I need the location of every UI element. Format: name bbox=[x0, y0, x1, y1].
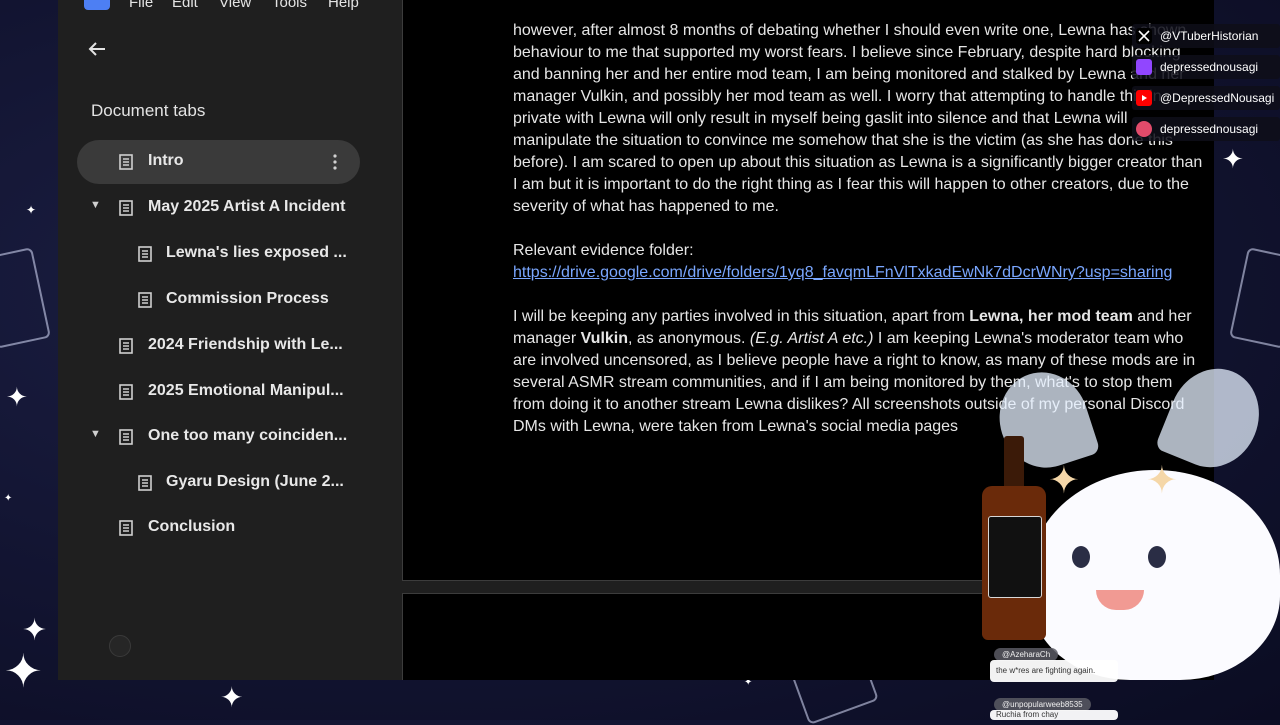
tiktok-logo-icon bbox=[1136, 121, 1152, 137]
tab-label: Intro bbox=[148, 152, 184, 169]
social-handle: depressednousagi bbox=[1160, 60, 1259, 74]
evidence-folder-link[interactable]: https://drive.google.com/drive/folders/1… bbox=[513, 264, 1172, 281]
tab-commission-process[interactable]: Commission Process bbox=[77, 278, 360, 322]
document-tabs-sidebar: Document tabs Intro ▼ May 2025 Artist A … bbox=[58, 14, 402, 680]
document-icon bbox=[119, 520, 133, 536]
tab-2025-emotional-manipulation[interactable]: 2025 Emotional Manipul... bbox=[77, 370, 360, 414]
tab-label: 2025 Emotional Manipul... bbox=[148, 382, 344, 399]
document-icon bbox=[119, 429, 133, 445]
paragraph: however, after almost 8 months of debati… bbox=[513, 22, 1203, 215]
text-run: , as anonymous. bbox=[628, 330, 750, 347]
social-handle: @VTuberHistorian bbox=[1160, 29, 1259, 43]
tab-label: One too many coinciden... bbox=[148, 427, 348, 444]
tab-conclusion[interactable]: Conclusion bbox=[77, 506, 360, 550]
sparkle-icon: ✦ bbox=[26, 203, 37, 217]
whiskey-bottle bbox=[982, 436, 1046, 640]
sidebar-toggle-button[interactable] bbox=[109, 635, 131, 657]
docs-logo-icon[interactable] bbox=[84, 0, 110, 10]
social-handle: depressednousagi bbox=[1160, 122, 1259, 136]
tab-lewnas-lies-exposed[interactable]: Lewna's lies exposed ... bbox=[77, 232, 360, 276]
tab-may-2025-artist-a-incident[interactable]: ▼ May 2025 Artist A Incident bbox=[77, 186, 360, 230]
chevron-down-icon[interactable]: ▼ bbox=[90, 427, 104, 441]
tab-label: Commission Process bbox=[166, 290, 329, 307]
document-body[interactable]: however, after almost 8 months of debati… bbox=[513, 20, 1203, 438]
book-outline-decoration bbox=[1229, 247, 1280, 349]
tab-label: 2024 Friendship with Le... bbox=[148, 336, 343, 353]
star-hair-clip-icon: ✦ bbox=[1048, 460, 1080, 502]
tab-one-too-many-coincidences[interactable]: ▼ One too many coinciden... bbox=[77, 415, 360, 459]
bottle-neck bbox=[1004, 436, 1024, 490]
tab-label: Conclusion bbox=[148, 518, 236, 535]
youtube-logo-icon bbox=[1136, 90, 1152, 106]
more-options-icon[interactable] bbox=[332, 152, 338, 172]
evidence-label: Relevant evidence folder: bbox=[513, 242, 694, 259]
social-youtube: @DepressedNousagi bbox=[1132, 86, 1280, 110]
tab-label: Lewna's lies exposed ... bbox=[166, 244, 347, 261]
x-logo-icon bbox=[1136, 28, 1152, 44]
tab-label: May 2025 Artist A Incident bbox=[148, 198, 346, 215]
social-tiktok: depressednousagi bbox=[1132, 117, 1280, 141]
sparkle-icon: ✦ bbox=[6, 382, 28, 412]
sparkle-icon: ✦ bbox=[220, 682, 244, 713]
bold-text-run: Vulkin bbox=[580, 330, 629, 347]
document-icon bbox=[119, 200, 133, 216]
menu-help[interactable]: Help bbox=[328, 0, 359, 11]
sparkle-icon: ✦ bbox=[22, 614, 48, 647]
chat-message: Ruchia from chay bbox=[990, 710, 1118, 720]
social-x: @VTuberHistorian bbox=[1132, 24, 1280, 48]
star-hair-clip-icon: ✦ bbox=[1146, 460, 1178, 502]
tab-gyaru-design[interactable]: Gyaru Design (June 2... bbox=[77, 461, 360, 505]
twitch-logo-icon bbox=[1136, 59, 1152, 75]
document-icon bbox=[119, 384, 133, 400]
document-icon bbox=[138, 292, 152, 308]
document-icon bbox=[138, 246, 152, 262]
mascot-eye bbox=[1148, 546, 1166, 568]
tab-intro[interactable]: Intro bbox=[77, 140, 360, 184]
chevron-down-icon[interactable]: ▼ bbox=[90, 198, 104, 212]
bottle-label bbox=[988, 516, 1042, 598]
menu-file[interactable]: File bbox=[129, 0, 153, 11]
book-outline-decoration bbox=[0, 247, 51, 349]
sparkle-icon: ✦ bbox=[1222, 144, 1244, 174]
tab-label: Gyaru Design (June 2... bbox=[166, 473, 344, 490]
paragraph: I will be keeping any parties involved i… bbox=[513, 306, 1203, 438]
sparkle-icon: ✦ bbox=[4, 493, 13, 504]
social-twitch: depressednousagi bbox=[1132, 55, 1280, 79]
chat-message: the w*res are fighting again. bbox=[990, 660, 1118, 682]
menu-view[interactable]: View bbox=[219, 0, 251, 11]
menu-tools[interactable]: Tools bbox=[272, 0, 307, 11]
document-icon bbox=[138, 475, 152, 491]
text-run: I will be keeping any parties involved i… bbox=[513, 308, 970, 325]
menu-edit[interactable]: Edit bbox=[172, 0, 198, 11]
arrow-back-icon[interactable] bbox=[86, 38, 108, 60]
mascot-eye bbox=[1072, 546, 1090, 568]
tab-2024-friendship[interactable]: 2024 Friendship with Le... bbox=[77, 324, 360, 368]
italic-text-run: (E.g. Artist A etc.) bbox=[749, 330, 874, 347]
bold-text-run: Lewna, her mod team bbox=[969, 308, 1133, 325]
document-icon bbox=[119, 154, 133, 170]
document-icon bbox=[119, 338, 133, 354]
sparkle-icon: ✦ bbox=[4, 645, 43, 697]
sidebar-heading: Document tabs bbox=[91, 101, 206, 120]
social-handle: @DepressedNousagi bbox=[1160, 91, 1275, 105]
